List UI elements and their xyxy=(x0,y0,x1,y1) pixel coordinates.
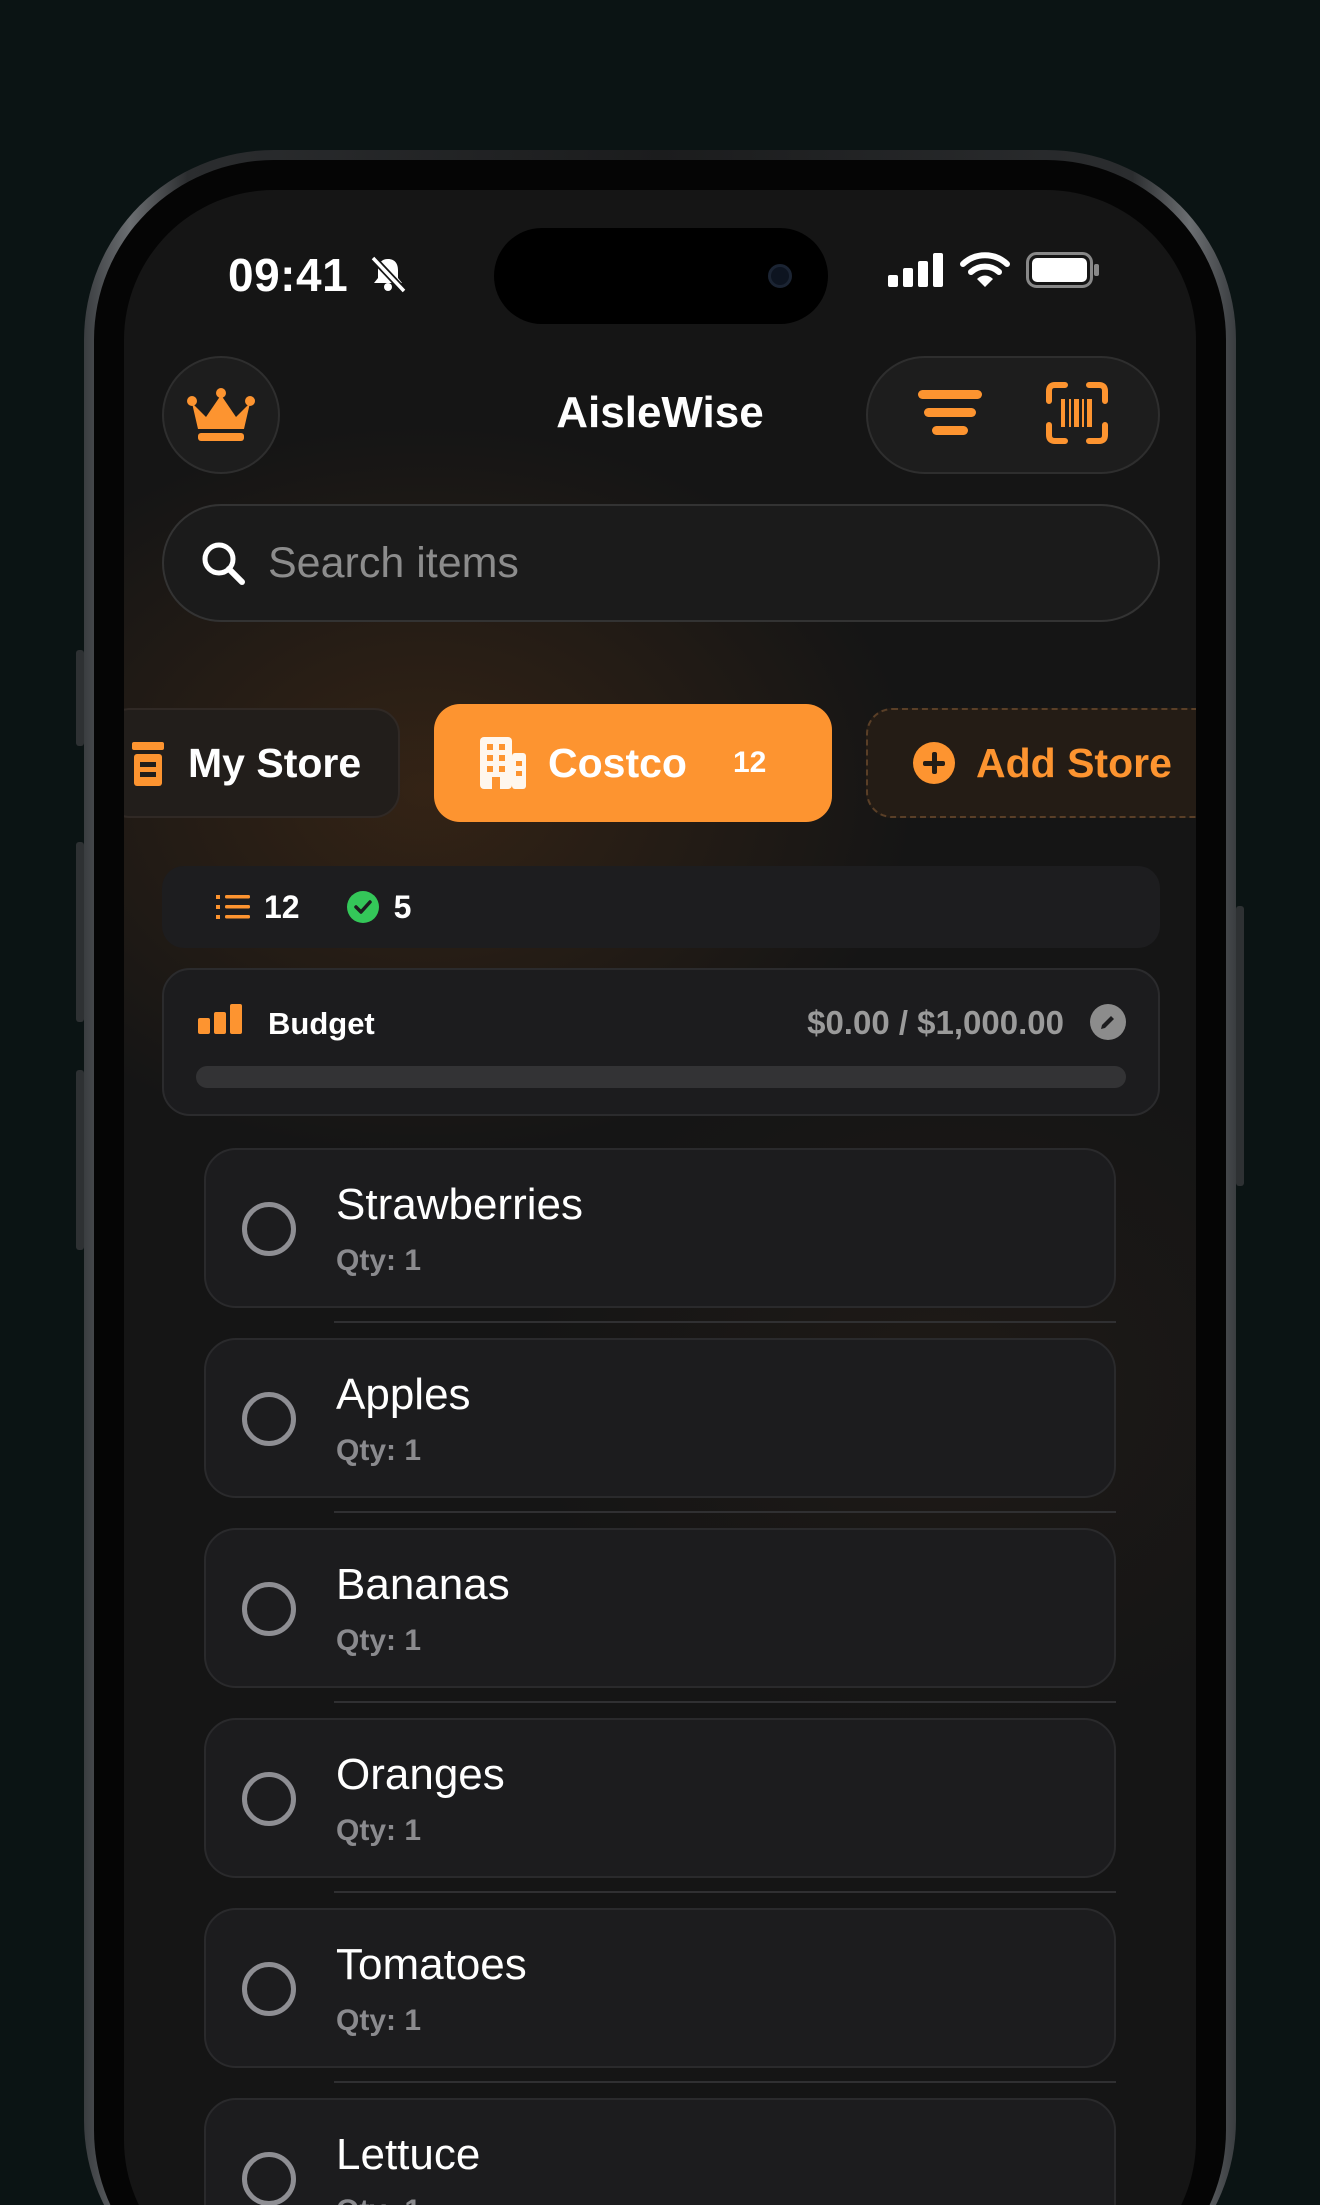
item-quantity: Qty: 1 xyxy=(336,2194,421,2205)
budget-card[interactable]: Budget $0.00 / $1,000.00 xyxy=(162,968,1160,1116)
item-quantity: Qty: 1 xyxy=(336,1244,422,1277)
divider xyxy=(334,1511,1116,1513)
divider xyxy=(334,1891,1116,1893)
store-item-count: 12 xyxy=(732,746,767,779)
divider xyxy=(334,1321,1116,1323)
search-bar[interactable] xyxy=(162,504,1160,622)
item-checkbox[interactable] xyxy=(242,2152,296,2205)
item-checkbox[interactable] xyxy=(242,1392,296,1446)
action-button xyxy=(76,650,84,746)
list-item[interactable]: Oranges Qty: 1 xyxy=(204,1718,1116,1878)
store-icon xyxy=(132,742,164,786)
bell-slash-icon xyxy=(370,255,407,294)
edit-budget-button[interactable] xyxy=(1090,1004,1126,1040)
divider xyxy=(334,1701,1116,1703)
wifi-icon xyxy=(960,252,1010,287)
item-name: Tomatoes xyxy=(336,1940,527,1989)
pencil-icon xyxy=(1101,1016,1114,1029)
budget-label: Budget xyxy=(268,1006,375,1041)
plus-circle-icon xyxy=(913,742,955,784)
barcode-scanner-icon xyxy=(1045,381,1108,444)
barcode-scan-button[interactable] xyxy=(1045,381,1109,450)
list-icon xyxy=(216,895,250,919)
item-quantity: Qty: 1 xyxy=(336,1814,422,1847)
item-checkbox[interactable] xyxy=(242,1582,296,1636)
completed-items-stat: 5 xyxy=(346,888,412,926)
sort-button[interactable] xyxy=(917,388,982,443)
header-actions xyxy=(866,356,1160,474)
dynamic-island xyxy=(494,228,828,324)
status-icons xyxy=(888,252,1100,288)
item-name: Bananas xyxy=(336,1560,510,1609)
item-quantity: Qty: 1 xyxy=(336,1434,422,1467)
battery-icon xyxy=(1026,252,1099,288)
list-item[interactable]: Apples Qty: 1 xyxy=(204,1338,1116,1498)
item-quantity: Qty: 1 xyxy=(336,1624,422,1657)
status-time: 09:41 xyxy=(228,249,349,301)
volume-down-button xyxy=(76,1070,84,1250)
completed-items-count: 5 xyxy=(393,888,412,925)
list-item[interactable]: Bananas Qty: 1 xyxy=(204,1528,1116,1688)
list-item[interactable]: Tomatoes Qty: 1 xyxy=(204,1908,1116,2068)
list-item[interactable]: Lettuce Qty: 1 xyxy=(204,2098,1116,2205)
budget-progress-track xyxy=(196,1066,1126,1088)
search-icon xyxy=(202,542,245,585)
bar-chart-icon xyxy=(198,1004,242,1034)
divider xyxy=(334,2081,1116,2083)
volume-up-button xyxy=(76,842,84,1022)
item-name: Strawberries xyxy=(336,1180,583,1229)
sort-lines-icon xyxy=(917,389,982,435)
item-name: Oranges xyxy=(336,1750,505,1799)
add-store-label: Add Store xyxy=(976,739,1172,786)
camera-dot xyxy=(768,264,792,288)
store-chip-costco[interactable]: Costco 12 xyxy=(434,704,832,822)
item-name: Apples xyxy=(336,1370,471,1419)
item-checkbox[interactable] xyxy=(242,1772,296,1826)
check-circle-icon xyxy=(346,891,379,923)
item-checkbox[interactable] xyxy=(242,1962,296,2016)
item-checkbox[interactable] xyxy=(242,1202,296,1256)
store-chip-label: Costco xyxy=(548,739,687,786)
budget-amount: $0.00 / $1,000.00 xyxy=(807,1004,1064,1041)
power-button xyxy=(1236,906,1244,1186)
list-stats-bar: 12 5 xyxy=(162,866,1160,948)
add-store-button[interactable]: Add Store xyxy=(866,708,1196,818)
cellular-signal-icon xyxy=(888,253,943,287)
search-input[interactable] xyxy=(268,538,1028,588)
building-icon xyxy=(480,737,526,789)
total-items-stat: 12 xyxy=(216,889,300,926)
total-items-count: 12 xyxy=(264,888,300,925)
store-chip-label: My Store xyxy=(188,739,362,786)
item-name: Lettuce xyxy=(336,2130,481,2179)
item-quantity: Qty: 1 xyxy=(336,2004,422,2037)
list-item[interactable]: Strawberries Qty: 1 xyxy=(204,1148,1116,1308)
app-screen: 09:41 AisleWise Search items My Store Co… xyxy=(124,190,1196,2205)
store-chip-my-store[interactable]: My Store xyxy=(124,708,400,818)
